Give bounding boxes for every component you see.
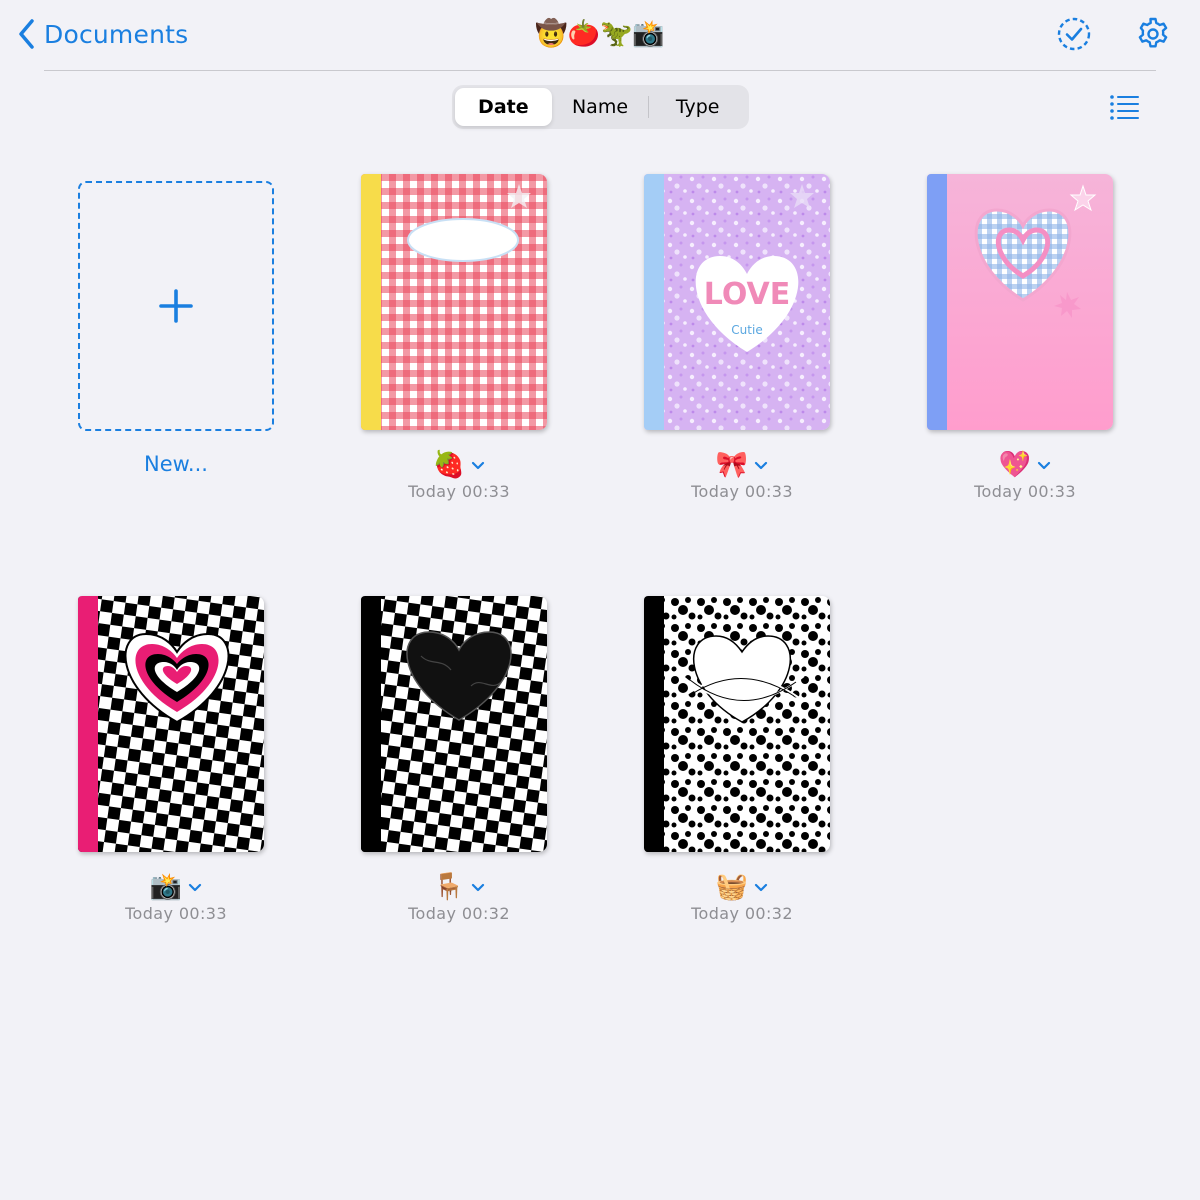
document-emoji: 📸 xyxy=(149,872,183,902)
document-name-menu[interactable]: 🎀 xyxy=(592,450,892,480)
document-cover[interactable] xyxy=(361,596,547,852)
chevron-down-icon xyxy=(755,883,768,892)
sort-date-tab[interactable]: Date xyxy=(455,88,552,126)
sort-segmented-control: Date Name Type xyxy=(452,85,749,129)
document-name-menu[interactable]: 🪑 xyxy=(309,872,609,902)
select-button[interactable] xyxy=(1056,16,1092,52)
document-date: Today 00:33 xyxy=(408,482,510,501)
chevron-down-icon xyxy=(472,461,485,470)
document-name-menu[interactable]: 🍓 xyxy=(309,450,609,480)
checkmark-circle-icon xyxy=(1057,17,1091,51)
settings-button[interactable] xyxy=(1135,16,1171,52)
document-date: Today 00:32 xyxy=(408,904,510,923)
document-date: Today 00:33 xyxy=(691,482,793,501)
sort-name-tab[interactable]: Name xyxy=(552,88,649,126)
plus-icon xyxy=(159,289,193,323)
document-date: Today 00:33 xyxy=(974,482,1076,501)
header-divider xyxy=(44,70,1156,71)
document-name-menu[interactable]: 🧺 xyxy=(592,872,892,902)
document-emoji: 🪑 xyxy=(432,872,466,902)
gear-icon xyxy=(1138,17,1168,48)
chevron-down-icon xyxy=(189,883,202,892)
chevron-down-icon xyxy=(755,461,768,470)
document-cover[interactable] xyxy=(644,596,830,852)
document-emoji: 🍓 xyxy=(432,450,466,480)
new-document-card[interactable] xyxy=(78,181,274,431)
sort-type-tab[interactable]: Type xyxy=(649,88,746,126)
document-name-menu[interactable]: 💖 xyxy=(875,450,1175,480)
document-emoji: 💖 xyxy=(998,450,1032,480)
chevron-down-icon xyxy=(472,883,485,892)
document-emoji: 🎀 xyxy=(715,450,749,480)
document-cover[interactable]: LOVE Cutie xyxy=(644,174,830,430)
list-view-button[interactable] xyxy=(1108,92,1140,122)
document-name-menu[interactable]: 📸 xyxy=(26,872,326,902)
document-cover[interactable] xyxy=(361,174,547,430)
list-icon xyxy=(1110,95,1139,120)
new-document-label[interactable]: New... xyxy=(76,452,276,476)
chevron-down-icon xyxy=(1038,461,1051,470)
document-emoji: 🧺 xyxy=(715,872,749,902)
document-cover[interactable] xyxy=(78,596,264,852)
top-bar: Documents 🤠🍅🦖📸 xyxy=(0,0,1200,70)
cover-cutie-text: Cutie xyxy=(731,323,762,337)
document-date: Today 00:32 xyxy=(691,904,793,923)
document-cover[interactable] xyxy=(927,174,1113,430)
page-title: 🤠🍅🦖📸 xyxy=(535,19,665,49)
cover-love-text: LOVE xyxy=(704,277,790,312)
document-date: Today 00:33 xyxy=(125,904,227,923)
